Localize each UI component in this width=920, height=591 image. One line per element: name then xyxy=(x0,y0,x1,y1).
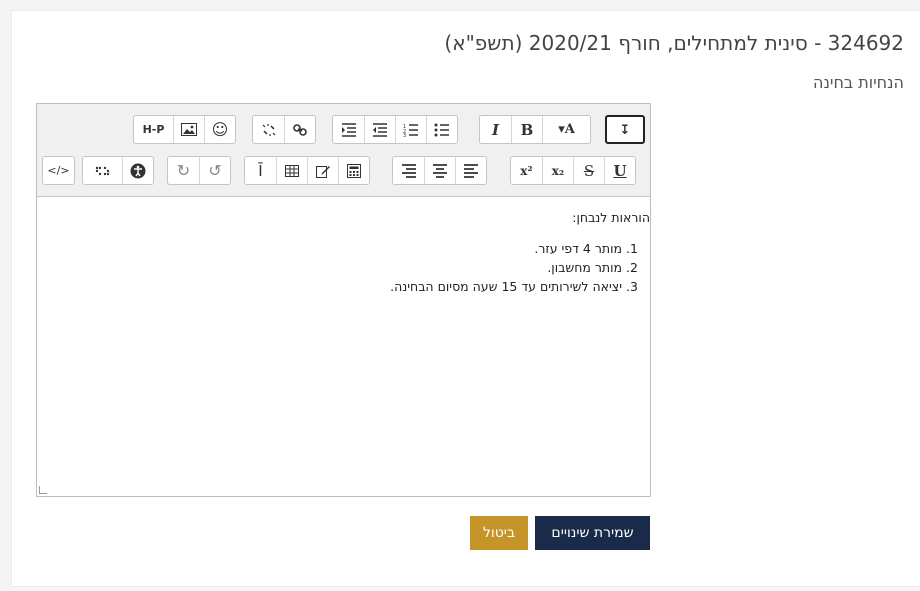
list-item: יציאה לשירותים עד 15 שעה מסיום הבחינה. xyxy=(45,277,622,296)
edit-icon[interactable] xyxy=(307,157,338,184)
table-icon[interactable] xyxy=(276,157,307,184)
align-left-icon[interactable] xyxy=(455,157,486,184)
instructions-heading: הוראות לנבחן: xyxy=(572,210,650,225)
align-right-icon[interactable] xyxy=(393,157,424,184)
page-title: 324692 - סינית למתחילים, חורף 2020/21 (ת… xyxy=(444,31,904,55)
align-center-icon[interactable] xyxy=(424,157,455,184)
html-source-icon[interactable]: </> xyxy=(43,157,74,184)
toolbar-group-lists: 123 xyxy=(332,115,458,144)
toolbar-group-align xyxy=(392,156,487,185)
toggle-toolbar-icon[interactable]: ↧ xyxy=(607,117,643,142)
subscript-icon[interactable]: x₂ xyxy=(542,157,573,184)
undo-icon[interactable]: ↺ xyxy=(199,157,230,184)
calculator-icon[interactable] xyxy=(338,157,369,184)
redo-icon[interactable]: ↻ xyxy=(168,157,199,184)
toolbar-group-source: </> xyxy=(42,156,75,185)
h5p-icon[interactable]: H-P xyxy=(134,116,173,143)
link-icon[interactable] xyxy=(284,116,315,143)
underline-icon[interactable]: U xyxy=(604,157,635,184)
font-size-icon[interactable]: ▾A xyxy=(542,116,590,143)
list-item: מותר 4 דפי עזר. xyxy=(45,239,622,258)
toolbar-group-media: H-P ☺ xyxy=(133,115,236,144)
toolbar-group-insert: Ī xyxy=(244,156,370,185)
italic-icon[interactable]: I xyxy=(480,116,511,143)
accessibility-icon[interactable] xyxy=(122,157,153,184)
section-title: הנחיות בחינה xyxy=(813,73,904,92)
cancel-button[interactable]: ביטול xyxy=(470,516,528,550)
superscript-icon[interactable]: x² xyxy=(511,157,542,184)
indent-icon[interactable] xyxy=(333,116,364,143)
rich-text-editor: H-P ☺ 123 I B ▾A ↧ </> ↻ ↺ Ī x² x₂ S U ה… xyxy=(36,103,651,497)
toolbar-group-links xyxy=(252,115,316,144)
strikethrough-icon[interactable]: S xyxy=(573,157,604,184)
toolbar-group-accessibility xyxy=(82,156,154,185)
svg-text:3: 3 xyxy=(403,133,406,137)
ordered-list-icon[interactable]: 123 xyxy=(395,116,426,143)
image-icon[interactable] xyxy=(173,116,204,143)
instructions-list: מותר 4 דפי עזר. מותר מחשבון. יציאה לשירו… xyxy=(45,239,650,296)
toolbar-toggle-group: ↧ xyxy=(605,115,645,144)
outdent-icon[interactable] xyxy=(364,116,395,143)
editor-toolbar: H-P ☺ 123 I B ▾A ↧ </> ↻ ↺ Ī x² x₂ S U xyxy=(37,104,650,197)
toolbar-group-script: x² x₂ S U xyxy=(510,156,636,185)
emoji-icon[interactable]: ☺ xyxy=(204,116,235,143)
braille-icon[interactable] xyxy=(83,157,122,184)
toolbar-group-format: I B ▾A xyxy=(479,115,591,144)
clear-format-icon[interactable]: Ī xyxy=(245,157,276,184)
save-button[interactable]: שמירת שינויים xyxy=(535,516,650,550)
resize-handle[interactable] xyxy=(39,486,47,494)
toolbar-group-history: ↻ ↺ xyxy=(167,156,231,185)
unlink-icon[interactable] xyxy=(253,116,284,143)
bold-icon[interactable]: B xyxy=(511,116,542,143)
editor-content-area[interactable]: הוראות לנבחן: מותר 4 דפי עזר. מותר מחשבו… xyxy=(37,198,650,496)
unordered-list-icon[interactable] xyxy=(426,116,457,143)
list-item: מותר מחשבון. xyxy=(45,258,622,277)
